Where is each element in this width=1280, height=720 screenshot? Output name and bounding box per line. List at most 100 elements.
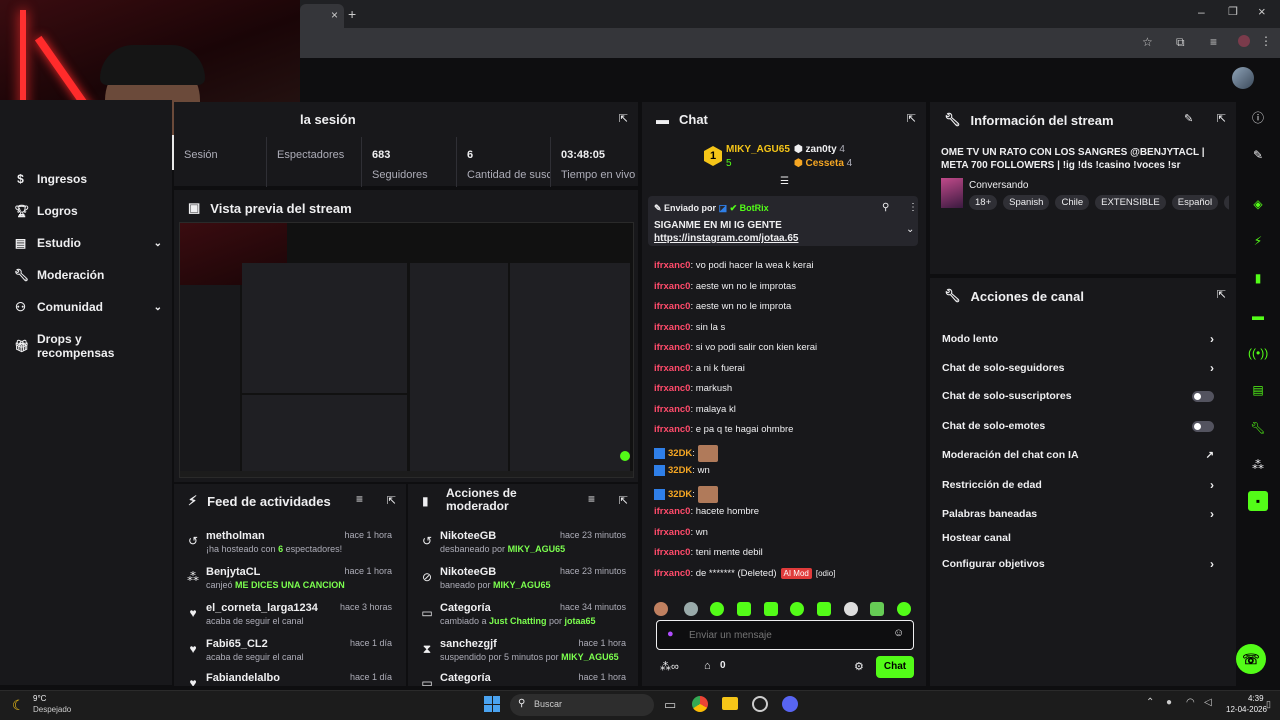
chat-username[interactable]: ifrxanc0 [654, 424, 690, 435]
popout-icon[interactable]: ⇱ [387, 494, 396, 507]
stats-icon[interactable]: ◈ [1248, 194, 1268, 214]
chat-username[interactable]: 32DK [668, 448, 692, 459]
chat-username[interactable]: ifrxanc0 [654, 506, 690, 517]
popout-icon[interactable]: ⇱ [619, 112, 628, 125]
user-avatar[interactable] [1232, 67, 1254, 89]
unpin-icon[interactable]: ⚲ [882, 202, 889, 213]
emotes-only-toggle[interactable] [1192, 420, 1214, 432]
wifi-icon[interactable]: ◠ [1186, 697, 1195, 708]
edit-icon[interactable]: ✎ [1184, 112, 1193, 125]
sidebar-item-estudio[interactable]: ▤ Estudio ⌄ [14, 236, 162, 250]
notifications-icon[interactable]: ▯ [1266, 699, 1271, 710]
leader-name[interactable]: MIKY_AGU65 [726, 144, 790, 155]
microphone-icon[interactable]: ● [1166, 697, 1172, 708]
chrome-icon[interactable] [692, 696, 708, 712]
leader-name[interactable]: ⬢ Cesseta 4 [794, 158, 852, 169]
chat-username[interactable]: ifrxanc0 [654, 404, 690, 415]
emoji-icon[interactable]: ☺ [893, 627, 904, 639]
chat-username[interactable]: ifrxanc0 [654, 527, 690, 538]
emote-icon[interactable] [684, 602, 698, 616]
volume-icon[interactable]: ◁ [1204, 697, 1212, 708]
chat-username[interactable]: ifrxanc0 [654, 547, 690, 558]
chat-bubble-icon[interactable]: ▬ [1248, 306, 1268, 326]
emote-icon[interactable] [844, 602, 858, 616]
emote-icon[interactable] [817, 602, 831, 616]
tray-chevron-icon[interactable]: ⌃ [1146, 697, 1154, 708]
taskbar-search[interactable]: ⚲ Buscar [510, 694, 654, 716]
popout-icon[interactable]: ⇱ [1217, 112, 1226, 125]
wrench-icon[interactable]: 🔧︎ [1248, 418, 1268, 438]
chat-input[interactable] [689, 627, 879, 643]
chat-input-box[interactable]: ● ☺ [656, 620, 914, 650]
sidebar-item-moderacion[interactable]: 🔧︎ Moderación [14, 268, 162, 282]
emote-icon[interactable] [654, 602, 668, 616]
profile-icon[interactable] [1238, 35, 1250, 47]
stream-preview-video[interactable] [179, 222, 634, 478]
action-goals[interactable]: Configurar objetivos › [942, 557, 1214, 571]
menu-icon[interactable]: ⋮ [1260, 34, 1272, 48]
popout-icon[interactable]: ⇱ [619, 494, 628, 507]
subs-only-toggle[interactable] [1192, 390, 1214, 402]
task-view-icon[interactable]: ▭ [664, 697, 676, 713]
action-host-channel[interactable]: Hostear canal [942, 532, 1214, 544]
info-icon[interactable]: ⓘ [1248, 108, 1268, 128]
action-slow-mode[interactable]: Modo lento › [942, 332, 1214, 346]
sidebar-item-drops[interactable]: 🎁︎ Drops y recompensas [14, 332, 162, 360]
action-banned-words[interactable]: Palabras baneadas › [942, 507, 1214, 521]
pinned-link[interactable]: https://instagram.com/jotaa.65 [654, 233, 798, 244]
sidebar-item-ingresos[interactable]: $ Ingresos [14, 172, 162, 186]
media-icon[interactable]: ≡ [1210, 35, 1217, 49]
browser-tab[interactable]: × [300, 4, 344, 28]
emote-icon[interactable] [790, 602, 804, 616]
lightning-icon[interactable]: ⚡︎ [1248, 231, 1268, 251]
maximize-icon[interactable]: ❐ [1228, 5, 1238, 18]
app-icon[interactable] [752, 696, 768, 712]
chat-username[interactable]: ifrxanc0 [654, 322, 690, 333]
store-icon[interactable]: ⌂ [704, 660, 711, 672]
action-followers-only[interactable]: Chat de solo-seguidores › [942, 361, 1214, 375]
chat-username[interactable]: ifrxanc0 [654, 301, 690, 312]
chat-username[interactable]: ifrxanc0 [654, 342, 690, 353]
chevron-down-icon[interactable]: ⌄ [906, 224, 914, 235]
sidebar-item-logros[interactable]: 🏆︎ Logros [14, 204, 162, 218]
file-explorer-icon[interactable] [722, 697, 738, 710]
filter-icon[interactable]: ≡ [588, 492, 595, 506]
extension-icon[interactable]: ▪ [1248, 491, 1268, 511]
emote-icon[interactable] [710, 602, 724, 616]
chat-username[interactable]: ifrxanc0 [654, 383, 690, 394]
chat-username[interactable]: ifrxanc0 [654, 260, 690, 271]
filter-icon[interactable]: ≡ [356, 492, 363, 506]
send-chat-button[interactable]: Chat [876, 656, 914, 678]
chat-settings-icon[interactable]: ⚙ [854, 660, 864, 673]
document-icon[interactable]: ▮ [1248, 268, 1268, 288]
leader-name[interactable]: ⬢ zan0ty 4 [794, 144, 845, 155]
pencil-icon[interactable]: ✎ [1248, 145, 1268, 165]
support-button[interactable]: ☏ [1236, 644, 1266, 674]
extensions-icon[interactable]: ⧉ [1176, 35, 1185, 50]
close-tab-icon[interactable]: × [331, 8, 338, 22]
windows-start-icon[interactable] [484, 696, 500, 712]
emote-icon[interactable] [737, 602, 751, 616]
chat-username[interactable]: ifrxanc0 [654, 363, 690, 374]
microphone-icon[interactable]: ● [667, 628, 674, 640]
points-icon[interactable]: ⁂∞ [660, 660, 679, 673]
chat-username[interactable]: 32DK [668, 465, 692, 476]
sidebar-item-comunidad[interactable]: ⚇ Comunidad ⌄ [14, 300, 162, 314]
broadcast-icon[interactable]: ((•)) [1248, 343, 1268, 363]
chat-username[interactable]: ifrxanc0 [654, 568, 690, 579]
points-icon[interactable]: ⁂ [1248, 455, 1268, 475]
new-tab-icon[interactable]: + [348, 6, 356, 22]
emote-icon[interactable] [764, 602, 778, 616]
more-icon[interactable]: ⋮ [908, 202, 918, 213]
bookmark-star-icon[interactable]: ☆ [1142, 35, 1153, 49]
layout-icon[interactable]: ▤ [1248, 380, 1268, 400]
chat-username[interactable]: 32DK [668, 489, 692, 500]
emote-icon[interactable] [870, 602, 884, 616]
expand-leaderboard-icon[interactable]: ☰ [780, 176, 789, 187]
popout-icon[interactable]: ⇱ [1217, 288, 1226, 301]
minimize-icon[interactable]: – [1198, 5, 1205, 19]
emote-icon[interactable] [897, 602, 911, 616]
discord-icon[interactable] [782, 696, 798, 712]
close-window-icon[interactable]: × [1258, 4, 1266, 19]
action-age-restriction[interactable]: Restricción de edad › [942, 478, 1214, 492]
